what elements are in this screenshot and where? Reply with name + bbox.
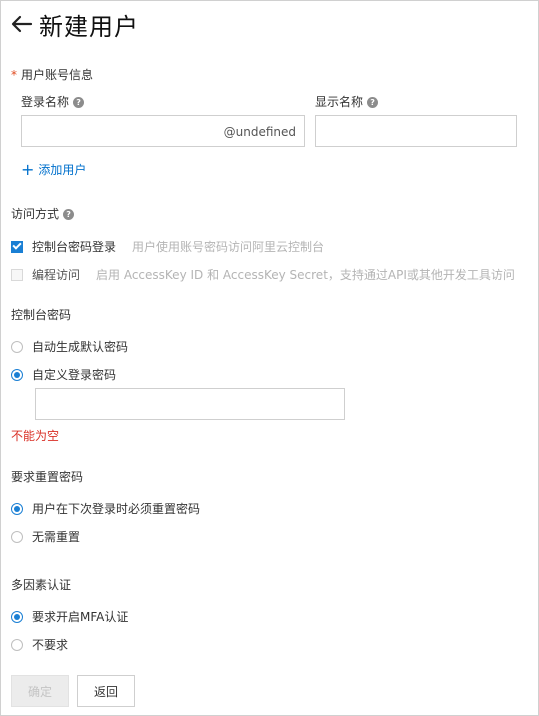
- custom-password-radio[interactable]: [11, 368, 23, 381]
- add-user-label: 添加用户: [38, 163, 87, 177]
- display-name-label: 显示名称?: [315, 93, 379, 110]
- require-mfa-option[interactable]: 要求开启MFA认证: [11, 608, 128, 625]
- login-name-suffix: @undefined: [223, 125, 296, 139]
- display-name-label-text: 显示名称: [315, 95, 364, 109]
- api-access-label: 编程访问: [32, 268, 81, 282]
- account-section-label: * 用户账号信息: [11, 66, 93, 83]
- no-reset-option[interactable]: 无需重置: [11, 528, 80, 545]
- custom-password-label: 自定义登录密码: [32, 368, 117, 382]
- access-method-text: 访问方式: [11, 207, 60, 221]
- account-section-text: 用户账号信息: [21, 68, 94, 82]
- auto-password-label: 自动生成默认密码: [32, 340, 129, 354]
- access-method-label: 访问方式?: [11, 205, 75, 222]
- console-access-hint: 用户使用账号密码访问阿里云控制台: [132, 240, 325, 254]
- reset-password-label: 要求重置密码: [11, 470, 84, 484]
- require-mfa-label: 要求开启MFA认证: [32, 610, 129, 624]
- login-name-label-text: 登录名称: [21, 95, 70, 109]
- no-mfa-radio[interactable]: [11, 638, 23, 651]
- confirm-button[interactable]: 确定: [11, 675, 69, 707]
- login-name-label: 登录名称?: [21, 93, 85, 110]
- help-icon[interactable]: ?: [63, 209, 75, 220]
- page-frame: 新建用户 * 用户账号信息 登录名称? 显示名称? @undefined + 添加用…: [0, 0, 539, 716]
- require-mfa-radio[interactable]: [11, 610, 23, 623]
- add-user-link[interactable]: + 添加用户: [21, 161, 86, 178]
- console-access-label: 控制台密码登录: [32, 240, 117, 254]
- auto-password-radio[interactable]: [11, 340, 23, 353]
- custom-password-option[interactable]: 自定义登录密码: [11, 366, 116, 383]
- must-reset-option[interactable]: 用户在下次登录时必须重置密码: [11, 500, 200, 517]
- console-access-option[interactable]: 控制台密码登录 用户使用账号密码访问阿里云控制台: [11, 238, 324, 255]
- api-access-checkbox[interactable]: [11, 268, 23, 281]
- login-name-input[interactable]: @undefined: [21, 115, 305, 147]
- no-mfa-option[interactable]: 不要求: [11, 636, 68, 653]
- password-error-message: 不能为空: [11, 429, 60, 443]
- console-password-label: 控制台密码: [11, 308, 72, 322]
- required-mark: *: [11, 68, 17, 82]
- no-reset-radio[interactable]: [11, 530, 23, 543]
- help-icon[interactable]: ?: [73, 97, 85, 108]
- must-reset-radio[interactable]: [11, 502, 23, 515]
- help-icon[interactable]: ?: [367, 97, 379, 108]
- custom-password-input[interactable]: [35, 388, 345, 420]
- page-header: 新建用户: [11, 7, 139, 41]
- console-access-checkbox[interactable]: [11, 240, 23, 253]
- mfa-label: 多因素认证: [11, 578, 72, 592]
- no-mfa-label: 不要求: [32, 638, 69, 652]
- page-title: 新建用户: [39, 12, 139, 41]
- api-access-option[interactable]: 编程访问 启用 AccessKey ID 和 AccessKey Secret，…: [11, 266, 515, 283]
- plus-icon: +: [21, 159, 35, 179]
- display-name-input[interactable]: [315, 115, 517, 147]
- back-arrow-icon[interactable]: [11, 13, 33, 35]
- auto-password-option[interactable]: 自动生成默认密码: [11, 338, 128, 355]
- no-reset-label: 无需重置: [32, 530, 81, 544]
- api-access-hint: 启用 AccessKey ID 和 AccessKey Secret，支持通过A…: [96, 268, 515, 282]
- must-reset-label: 用户在下次登录时必须重置密码: [32, 502, 201, 516]
- back-button[interactable]: 返回: [77, 675, 135, 707]
